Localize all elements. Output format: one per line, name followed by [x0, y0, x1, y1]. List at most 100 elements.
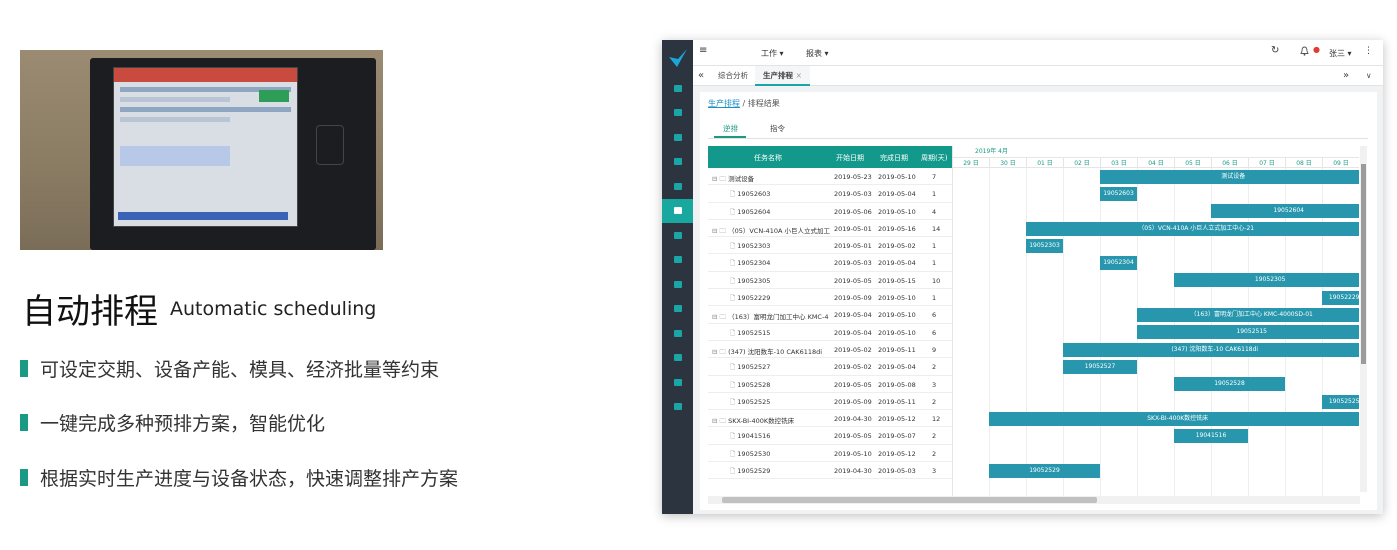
col-duration[interactable]: 周期(天): [921, 153, 947, 163]
task-row[interactable]: 🗋 19052527 2019-05-02 2019-05-04 2: [708, 358, 952, 376]
task-row[interactable]: 🗋 19052529 2019-04-30 2019-05-03 3: [708, 462, 952, 480]
gantt-bar[interactable]: SKX-BI-400K数控铣床: [989, 411, 1359, 426]
cell-start: 2019-05-03: [834, 190, 872, 199]
grid-icon[interactable]: [662, 223, 693, 248]
nav-work-menu[interactable]: 工作 ▾: [761, 48, 784, 59]
gantt-bar[interactable]: 19052525: [1322, 394, 1359, 409]
folder-icon[interactable]: ⊟ 🗀: [712, 175, 728, 183]
task-row[interactable]: 🗋 19052604 2019-05-06 2019-05-10 4: [708, 203, 952, 220]
refresh-icon[interactable]: ↻: [1271, 45, 1279, 56]
tab-overview[interactable]: 综合分析: [710, 66, 756, 86]
group-name: ⊟ 🗀 SKX-BI-400K数控铣床: [712, 417, 795, 426]
database-icon[interactable]: [662, 150, 693, 175]
gantt-bar[interactable]: 19052604: [1211, 204, 1359, 219]
task-row[interactable]: ⊟ 🗀 测试设备 2019-05-23 2019-05-10 7: [708, 168, 952, 186]
gantt-bar[interactable]: 19052527: [1063, 359, 1137, 374]
menu-icon[interactable]: [662, 321, 693, 346]
gantt-bar[interactable]: (347) 沈阳数车-10 CAK6118di: [1063, 342, 1359, 357]
task-row[interactable]: ⊟ 🗀 （163）富明龙门加工中心 KMC-4 2019-05-04 2019-05…: [708, 306, 952, 324]
task-row[interactable]: ⊟ 🗀 SKX-BI-400K数控铣床 2019-04-30 2019-05-12 1…: [708, 410, 952, 428]
gantt-bar[interactable]: 19052529: [989, 463, 1100, 478]
task-name: 🗋 19041516: [730, 432, 771, 441]
cell-start: 2019-05-09: [834, 294, 872, 303]
task-row[interactable]: ⊟ 🗀 (347) 沈阳数车-10 CAK6118di 2019-05-02 201…: [708, 341, 952, 359]
user-menu[interactable]: 张三 ▾: [1329, 48, 1352, 59]
subtab-reverse[interactable]: 逆排: [723, 123, 738, 134]
cell-end: 2019-05-10: [878, 328, 916, 337]
folder-icon[interactable]: ⊟ 🗀: [712, 417, 728, 425]
org-icon[interactable]: [662, 101, 693, 126]
gantt-bar[interactable]: 19052305: [1174, 273, 1359, 288]
gantt-bar[interactable]: 19052528: [1174, 377, 1285, 392]
app-window: ≡ 工作 ▾ 报表 ▾ ↻ ● 张三 ▾ ⋮ « 综合分析 生产排程 × » ∨…: [662, 40, 1383, 514]
vertical-scroll-thumb[interactable]: [1361, 164, 1366, 364]
task-row[interactable]: 🗋 19052603 2019-05-03 2019-05-04 1: [708, 185, 952, 203]
tab-dropdown-icon[interactable]: ∨: [1362, 66, 1376, 86]
list-icon[interactable]: [662, 125, 693, 150]
task-row[interactable]: ⊟ 🗀 （05）VCN-410A 小巨人立式加工 2019-05-01 2019-0…: [708, 220, 952, 238]
bell-icon[interactable]: [1300, 46, 1309, 58]
task-row[interactable]: 🗋 19052305 2019-05-05 2019-05-15 10: [708, 272, 952, 290]
task-row[interactable]: 🗋 19052525 2019-05-09 2019-05-11 2: [708, 393, 952, 411]
folder-icon[interactable]: ⊟ 🗀: [712, 313, 728, 321]
search-icon[interactable]: [662, 297, 693, 322]
cell-end: 2019-05-15: [878, 276, 916, 285]
task-row[interactable]: 🗋 19052530 2019-05-10 2019-05-12 2: [708, 445, 952, 463]
gantt-bar[interactable]: 19041516: [1174, 429, 1248, 444]
task-name: 🗋 19052528: [730, 380, 771, 389]
subtab-instruction[interactable]: 指令: [770, 123, 785, 134]
task-row[interactable]: 🗋 19052528 2019-05-05 2019-05-08 3: [708, 376, 952, 393]
team-icon[interactable]: [662, 370, 693, 395]
gantt-bar[interactable]: （05）VCN-410A 小巨人立式加工中心-21: [1026, 221, 1359, 236]
breadcrumb-link[interactable]: 生产排程: [708, 99, 740, 108]
folder-icon[interactable]: ⊟ 🗀: [712, 348, 728, 356]
logo-icon[interactable]: [662, 40, 693, 76]
col-start-date[interactable]: 开始日期: [836, 153, 864, 163]
calendar-icon[interactable]: [662, 198, 693, 223]
doc-icon[interactable]: [662, 174, 693, 199]
page: 自动排程 Automatic scheduling 可设定交期、设备产能、模具、…: [0, 0, 1397, 550]
task-row[interactable]: 🗋 19041516 2019-05-05 2019-05-07 2: [708, 427, 952, 445]
task-row[interactable]: 🗋 19052229 2019-05-09 2019-05-10 1: [708, 289, 952, 307]
col-end-date[interactable]: 完成日期: [880, 153, 908, 163]
cell-start: 2019-05-06: [834, 207, 872, 216]
feature-title: 自动排程: [22, 292, 158, 332]
tab-collapse-icon[interactable]: «: [693, 66, 709, 86]
horizontal-scroll-thumb[interactable]: [722, 497, 1097, 503]
task-row[interactable]: 🗋 19052303 2019-05-01 2019-05-02 1: [708, 237, 952, 255]
task-row[interactable]: 🗋 19052304 2019-05-03 2019-05-04 1: [708, 254, 952, 272]
task-row[interactable]: 🗋 19052515 2019-05-04 2019-05-10 6: [708, 324, 952, 341]
top-bar: ≡ 工作 ▾ 报表 ▾ ↻ ● 张三 ▾ ⋮: [693, 40, 1383, 66]
gantt-bar[interactable]: 19052515: [1137, 325, 1359, 340]
tab-production-scheduling[interactable]: 生产排程 ×: [755, 66, 810, 86]
settings-icon[interactable]: [662, 395, 693, 420]
gantt-bar[interactable]: 19052304: [1100, 256, 1137, 271]
gantt-day-header: 04 日: [1137, 157, 1174, 168]
hamburger-icon[interactable]: ≡: [699, 45, 707, 56]
cell-start: 2019-05-23: [834, 173, 872, 181]
gantt-bar[interactable]: 19052229: [1322, 290, 1359, 305]
tab-scroll-right-icon[interactable]: »: [1339, 66, 1353, 86]
vertical-scrollbar[interactable]: [1360, 146, 1367, 492]
cubes-icon[interactable]: [662, 346, 693, 371]
cell-end: 2019-05-04: [878, 363, 916, 372]
cell-days: 2: [932, 363, 937, 372]
task-name: 🗋 19052527: [730, 363, 771, 372]
col-task-name[interactable]: 任务名称: [754, 153, 782, 163]
tab-close-icon[interactable]: ×: [796, 71, 802, 80]
gantt-bar[interactable]: 19052303: [1026, 238, 1063, 253]
monitor-icon[interactable]: [662, 272, 693, 297]
folder-icon[interactable]: ⊟ 🗀: [712, 227, 728, 235]
gantt-bar[interactable]: 测试设备: [1100, 169, 1359, 184]
nav-report-menu[interactable]: 报表 ▾: [806, 48, 829, 59]
cell-start: 2019-05-05: [834, 380, 872, 389]
more-vertical-icon[interactable]: ⋮: [1364, 46, 1373, 56]
gantt-bar[interactable]: （163）富明龙门加工中心 KMC-4000SD-01: [1137, 308, 1359, 322]
chart-icon[interactable]: [662, 76, 693, 101]
gantt-day-header: 06 日: [1211, 157, 1248, 168]
gantt-bar[interactable]: 19052603: [1100, 186, 1137, 201]
horizontal-scrollbar[interactable]: [708, 496, 1360, 504]
cell-end: 2019-05-16: [878, 224, 916, 233]
cell-start: 2019-05-01: [834, 242, 872, 251]
truck-icon[interactable]: [662, 248, 693, 273]
